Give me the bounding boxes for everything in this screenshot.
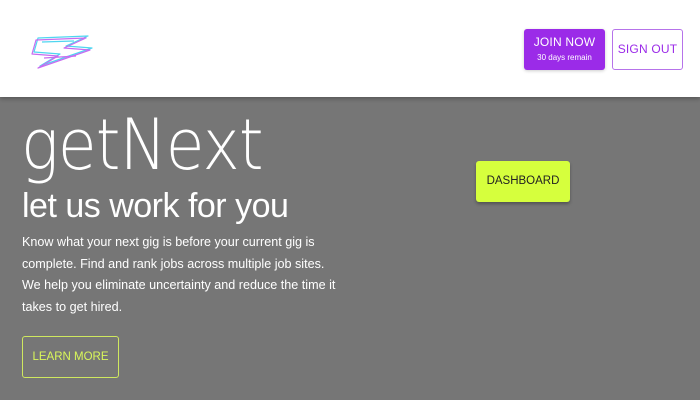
learn-more-button[interactable]: LEARN MORE: [22, 336, 119, 378]
hero-title: getNext: [21, 104, 264, 186]
landing-page: JOIN NOW 30 days remain SIGN OUT getNext…: [0, 0, 700, 400]
join-now-button[interactable]: JOIN NOW 30 days remain: [524, 29, 605, 70]
dashboard-button[interactable]: DASHBOARD: [476, 161, 570, 202]
days-remaining-label: 30 days remain: [537, 53, 592, 62]
join-now-label: JOIN NOW: [533, 35, 596, 49]
hero-description: Know what your next gig is before your c…: [22, 235, 336, 314]
lightning-bolt-icon[interactable]: [30, 30, 94, 70]
sign-out-button[interactable]: SIGN OUT: [612, 29, 683, 70]
header-bar: JOIN NOW 30 days remain SIGN OUT: [0, 0, 700, 97]
hero-subtitle: let us work for you: [22, 187, 289, 225]
